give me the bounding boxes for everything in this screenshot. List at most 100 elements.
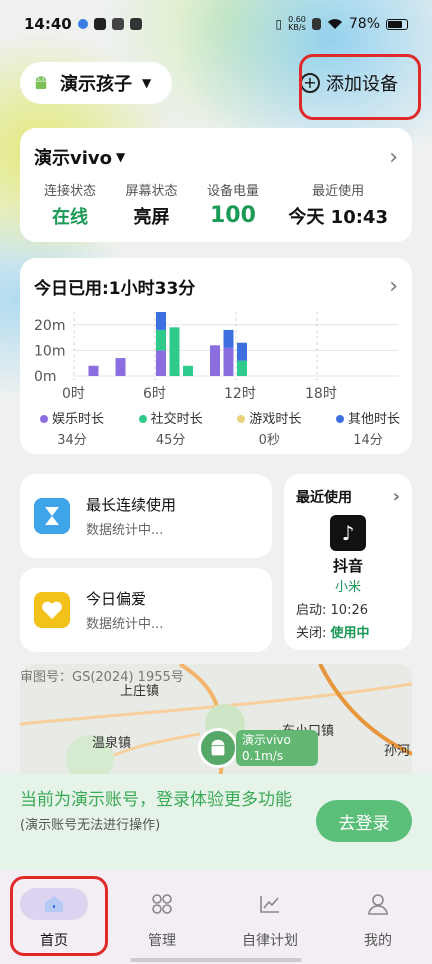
tab-label: 自律计划: [242, 933, 298, 949]
device-name: 演示vivo: [34, 148, 113, 169]
usage-title: 今日已用:1小时33分: [34, 279, 196, 299]
device-location-pin[interactable]: [198, 728, 238, 768]
legend-dot: [335, 415, 344, 423]
legend-value: 45分: [155, 433, 186, 448]
stat-last-used: 最近使用 今天 10:43: [288, 180, 388, 229]
recent-close-line: 关闭: 使用中: [296, 622, 400, 641]
grid-icon: [128, 888, 196, 920]
tiktok-icon: ♪: [330, 515, 366, 551]
stat-label: 屏幕状态: [125, 184, 178, 199]
start-label: 启动:: [296, 603, 327, 618]
legend-name: 社交时长: [150, 412, 203, 427]
recent-title: 最近使用: [296, 489, 352, 506]
status-bar: 14:40 ▯ 0.60 KB/s 78%: [0, 0, 432, 48]
usage-card[interactable]: 今日已用:1小时33分 › 20m 10m 0m 0时 6时 12时 18时 娱乐时长 34…: [20, 258, 412, 454]
vibrate-icon: ▯: [275, 17, 283, 31]
message-app-icon: [129, 18, 142, 30]
usage-bar: [156, 350, 166, 376]
usage-bar-chart: 20m 10m 0m 0时 6时 12时 18时: [34, 312, 398, 402]
chevron-right-icon[interactable]: ›: [389, 274, 398, 299]
stat-value: 亮屏: [133, 207, 170, 228]
usage-bar: [223, 329, 234, 348]
usage-bar: [183, 365, 193, 376]
recent-use-card[interactable]: 最近使用 › ♪ 抖音 小米 启动: 10:26 关闭: 使用中: [284, 474, 412, 650]
x-tick-label: 6时: [143, 386, 166, 402]
video-app-icon: [93, 18, 106, 30]
device-selector[interactable]: 演示vivo ▼: [34, 144, 125, 170]
longest-use-title: 最长连续使用: [86, 496, 177, 514]
usage-bar: [237, 360, 247, 376]
chevron-right-icon[interactable]: ›: [393, 486, 400, 507]
notification-icon: [77, 19, 88, 29]
recent-header: 最近使用 ›: [296, 486, 400, 507]
pin-device-name: 演示vivo: [242, 733, 291, 747]
hourglass-icon: [34, 498, 70, 534]
start-time: 10:26: [330, 603, 368, 618]
usage-legend: 娱乐时长 34分 社交时长 45分 游戏时长 0秒 其他时长 14分: [40, 408, 400, 448]
legend-value: 14分: [353, 433, 383, 448]
map-place-label: 孙河: [384, 744, 411, 759]
usage-bar: [223, 347, 234, 376]
longest-use-card[interactable]: 最长连续使用 数据统计中...: [20, 474, 272, 558]
tab-profile[interactable]: 我的: [324, 870, 432, 964]
pin-speed: 0.1m/s: [242, 749, 284, 763]
longest-use-text: 最长连续使用 数据统计中...: [86, 494, 176, 538]
child-selector[interactable]: 演示孩子 ▼: [20, 62, 172, 104]
wifi-icon: [327, 19, 342, 29]
favorite-text: 今日偏爱 数据统计中...: [86, 588, 163, 632]
favorite-card[interactable]: 今日偏爱 数据统计中...: [20, 568, 272, 652]
location-map[interactable]: 审图号：GS(2024) 1955号 上庄镇 温泉镇 东小口镇 孙河 演示viv…: [20, 664, 412, 780]
battery-icon: [386, 18, 408, 30]
favorite-title: 今日偏爱: [86, 590, 147, 608]
status-right: ▯ 0.60 KB/s 78%: [275, 16, 408, 32]
chevron-down-icon: ▼: [116, 150, 126, 164]
stat-label: 连接状态: [44, 184, 97, 199]
chart-line-icon: [236, 888, 304, 920]
usage-bar: [115, 358, 126, 376]
favorite-subtitle: 数据统计中...: [86, 617, 164, 632]
x-tick-label: 18时: [305, 386, 337, 402]
stat-label: 最近使用: [312, 184, 365, 199]
login-banner-title: 当前为演示账号，登录体验更多功能: [20, 790, 292, 810]
highlight-box-add-device: [299, 54, 421, 120]
legend-name: 游戏时长: [249, 412, 302, 427]
chevron-right-icon[interactable]: ›: [389, 145, 398, 170]
stat-value: 在线: [52, 207, 88, 228]
legend-item: 社交时长 45分: [138, 408, 203, 448]
login-button[interactable]: 去登录: [316, 800, 412, 842]
legend-name: 其他时长: [347, 412, 400, 427]
network-speed: 0.60 KB/s: [288, 16, 306, 32]
close-value: 使用中: [330, 626, 370, 641]
usage-bar: [156, 312, 166, 330]
usage-bar: [237, 342, 247, 361]
x-tick-label: 12时: [224, 386, 256, 402]
battery-percent: 78%: [348, 16, 380, 32]
legend-dot: [40, 415, 48, 423]
stat-connection: 连接状态 在线: [44, 180, 96, 229]
device-status-card[interactable]: 演示vivo ▼ › 连接状态 在线 屏幕状态 亮屏 设备电量 100 最近使用…: [20, 128, 412, 242]
usage-bar: [210, 345, 220, 376]
legend-value: 0秒: [258, 433, 280, 448]
person-icon: [344, 888, 412, 920]
tab-label: 我的: [364, 933, 392, 949]
usage-card-header: 今日已用:1小时33分 ›: [34, 274, 398, 299]
device-stats: 连接状态 在线 屏幕状态 亮屏 设备电量 100 最近使用 今天 10:43: [34, 180, 398, 229]
legend-dot: [237, 415, 246, 423]
tab-manage[interactable]: 管理: [108, 870, 216, 964]
map-place-label: 温泉镇: [92, 736, 132, 751]
y-tick-label: 10m: [34, 343, 65, 359]
stat-value: 100: [209, 203, 256, 228]
pin-label: 演示vivo 0.1m/s: [236, 730, 318, 766]
clock: 14:40: [24, 15, 72, 33]
tab-self-discipline[interactable]: 自律计划: [216, 870, 324, 964]
status-left: 14:40: [24, 15, 142, 33]
recent-start-line: 启动: 10:26: [296, 599, 400, 618]
close-label: 关闭:: [296, 626, 327, 641]
child-name: 演示孩子: [60, 74, 132, 95]
legend-item: 娱乐时长 34分: [40, 408, 104, 448]
recent-app-name: 抖音: [332, 557, 363, 575]
android-icon: [211, 739, 225, 756]
legend-value: 34分: [57, 433, 87, 448]
y-tick-label: 0m: [34, 369, 57, 385]
gesture-bar: [130, 958, 302, 962]
